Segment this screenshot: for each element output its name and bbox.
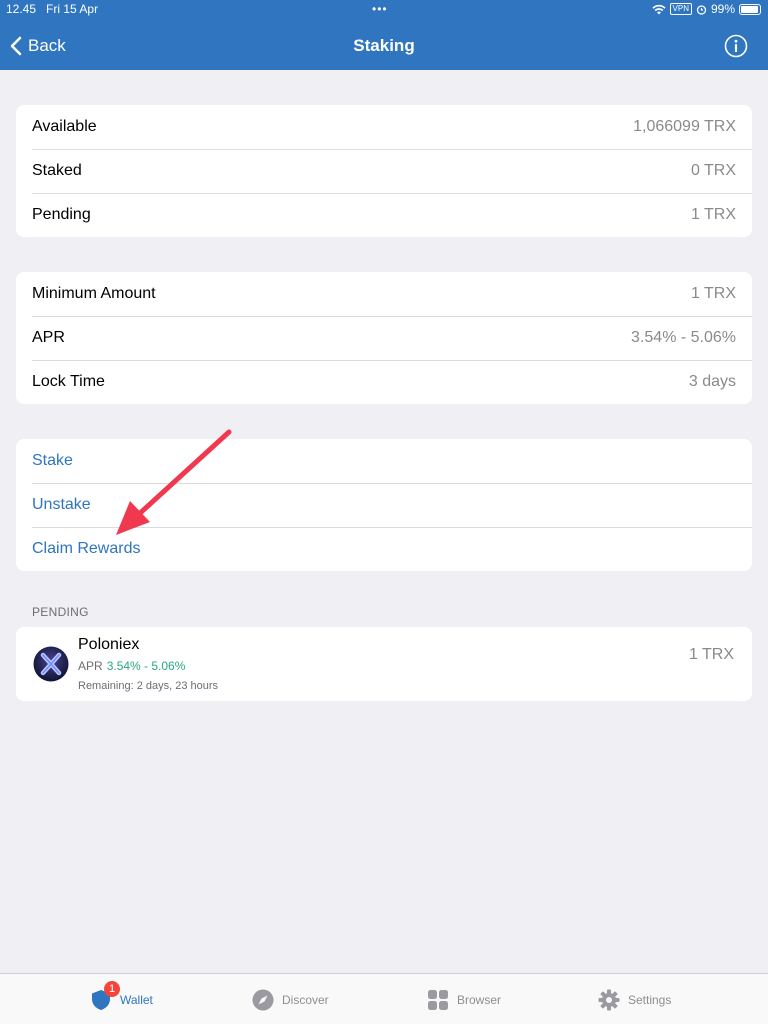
balance-row-pending: Pending 1 TRX	[16, 193, 752, 237]
row-value: 3.54% - 5.06%	[631, 329, 736, 346]
wifi-icon	[651, 4, 666, 14]
info-icon[interactable]	[724, 34, 748, 58]
row-label: Pending	[32, 206, 91, 223]
compass-icon	[252, 989, 274, 1010]
tab-discover[interactable]: Discover	[252, 974, 329, 1024]
row-value: 0 TRX	[690, 162, 736, 179]
row-value: 1 TRX	[690, 285, 736, 302]
poloniex-logo-icon	[33, 646, 69, 682]
shield-icon: 1	[90, 980, 120, 1011]
battery-percent: 99%	[710, 2, 735, 16]
apr-value: 3.54% - 5.06%	[106, 659, 186, 673]
balances-card: Available 1,066099 TRX Staked 0 TRX Pend…	[16, 105, 752, 237]
back-button[interactable]: Back	[10, 34, 66, 58]
chevron-left-icon	[10, 36, 22, 56]
alarm-icon	[696, 4, 707, 15]
pending-section-header: PENDING	[32, 605, 89, 619]
row-value: 3 days	[688, 373, 736, 390]
validator-name: Poloniex	[78, 636, 140, 653]
detail-row-apr: APR 3.54% - 5.06%	[16, 316, 752, 360]
pending-amount: 1 TRX	[688, 646, 734, 663]
row-label: Available	[32, 118, 97, 135]
grid-icon	[428, 989, 448, 1010]
back-label: Back	[28, 36, 66, 55]
status-time: 12.45	[6, 2, 37, 16]
balance-row-available: Available 1,066099 TRX	[16, 105, 752, 149]
staking-details-card: Minimum Amount 1 TRX APR 3.54% - 5.06% L…	[16, 272, 752, 404]
balance-row-staked: Staked 0 TRX	[16, 149, 752, 193]
tab-settings[interactable]: Settings	[598, 974, 671, 1024]
wallet-badge: 1	[104, 980, 120, 997]
row-value: 1 TRX	[690, 206, 736, 223]
row-label: Staked	[32, 162, 82, 179]
tab-label: Browser	[457, 992, 502, 1007]
tab-label: Wallet	[120, 992, 153, 1007]
row-label: Minimum Amount	[32, 285, 156, 302]
status-indicators: VPN 99%	[651, 2, 761, 16]
row-value: 1,066099 TRX	[633, 118, 736, 135]
status-date: Fri 15 Apr	[46, 2, 99, 16]
status-time-date: 12.45 Fri 15 Apr	[6, 2, 98, 16]
multitask-dots[interactable]: •••	[372, 2, 388, 16]
vpn-badge: VPN	[669, 3, 692, 15]
tab-label: Discover	[282, 992, 329, 1007]
claim-rewards-button[interactable]: Claim Rewards	[16, 527, 752, 571]
nav-header: 12.45 Fri 15 Apr ••• VPN 99% Back Stakin…	[0, 0, 768, 70]
detail-row-lock-time: Lock Time 3 days	[16, 360, 752, 404]
validator-apr: APR 3.54% - 5.06%	[78, 659, 185, 673]
apr-label: APR	[78, 659, 103, 673]
tab-wallet[interactable]: 1 Wallet	[90, 974, 153, 1024]
tab-browser[interactable]: Browser	[427, 974, 501, 1024]
page-title: Staking	[353, 36, 415, 55]
tab-label: Settings	[628, 992, 672, 1007]
row-label: APR	[32, 329, 65, 346]
detail-row-minimum-amount: Minimum Amount 1 TRX	[16, 272, 752, 316]
row-label: Lock Time	[32, 373, 105, 390]
gear-icon	[598, 989, 620, 1010]
tab-bar: 1 Wallet Discover Browser Settings	[0, 973, 768, 1024]
unstake-button[interactable]: Unstake	[16, 483, 752, 527]
battery-icon	[739, 3, 761, 15]
stake-button[interactable]: Stake	[16, 439, 752, 483]
remaining-time: Remaining: 2 days, 23 hours	[78, 680, 219, 692]
actions-card: Stake Unstake Claim Rewards	[16, 439, 752, 571]
